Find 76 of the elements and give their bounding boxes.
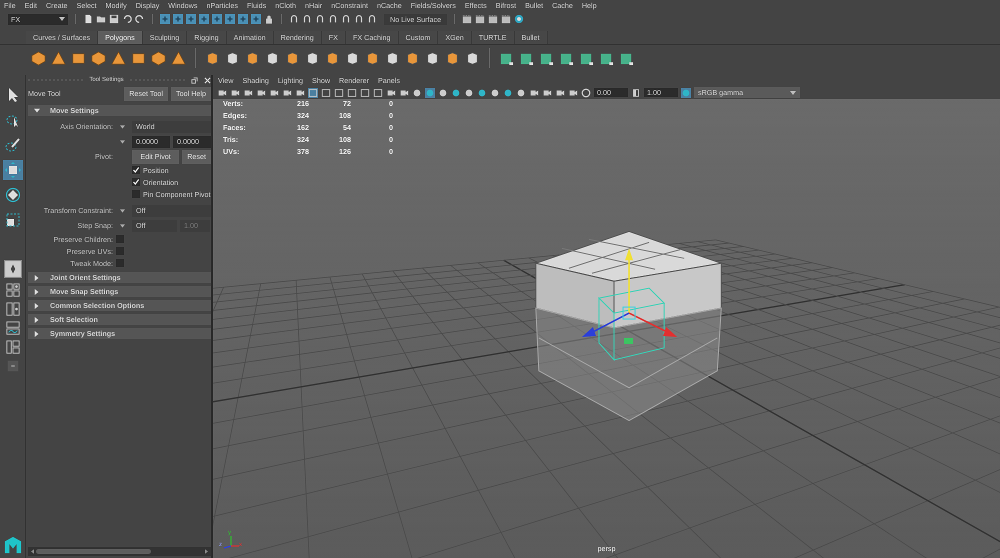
ring-icon[interactable] xyxy=(514,14,524,24)
viewport-toolbar-icon[interactable] xyxy=(425,88,435,98)
viewport-toolbar-icon[interactable] xyxy=(243,88,253,98)
render-clapper-icon[interactable] xyxy=(488,14,498,24)
four-pane-layout-icon[interactable] xyxy=(6,283,20,297)
save-icon[interactable] xyxy=(109,14,119,24)
color-management-icon[interactable] xyxy=(681,88,691,98)
outliner-layout-icon[interactable] xyxy=(6,340,20,354)
graph-layout-icon[interactable] xyxy=(6,321,20,335)
viewport-toolbar-icon[interactable] xyxy=(269,88,279,98)
checkbox[interactable] xyxy=(116,235,124,243)
viewport-toolbar-icon[interactable] xyxy=(217,88,227,98)
single-pane-layout-icon[interactable] xyxy=(4,260,22,278)
viewport-toolbar-icon[interactable] xyxy=(555,88,565,98)
selection-mask-icon[interactable] xyxy=(173,14,183,24)
gamma-icon[interactable] xyxy=(631,88,641,98)
polygon-primitive-icon[interactable] xyxy=(151,50,166,66)
polygon-primitive-icon[interactable] xyxy=(131,50,146,66)
caret-icon[interactable] xyxy=(59,17,65,21)
checkbox[interactable] xyxy=(132,190,140,198)
render-clapper-icon[interactable] xyxy=(462,14,472,24)
selection-mask-icon[interactable] xyxy=(199,14,209,24)
undo-icon[interactable] xyxy=(122,14,132,24)
polygon-primitive-icon[interactable] xyxy=(31,50,46,66)
close-icon[interactable] xyxy=(204,76,212,84)
viewport-toolbar-icon[interactable] xyxy=(282,88,292,98)
viewport-toolbar-icon[interactable] xyxy=(399,88,409,98)
selection-mask-icon[interactable] xyxy=(212,14,222,24)
render-clapper-icon[interactable] xyxy=(475,14,486,24)
selection-mask-icon[interactable] xyxy=(186,14,196,24)
selection-mask-icon[interactable] xyxy=(225,14,235,24)
caret-icon[interactable] xyxy=(120,140,125,144)
caret-icon[interactable] xyxy=(120,124,125,128)
polygon-primitive-icon[interactable] xyxy=(71,50,86,66)
app-logo-icon xyxy=(4,536,22,554)
viewport-toolbar-icon[interactable] xyxy=(568,88,578,98)
folder-icon[interactable] xyxy=(96,14,106,24)
triangle-icon[interactable] xyxy=(34,108,40,114)
viewport-toolbar-icon[interactable] xyxy=(256,88,266,98)
scroll-left-icon[interactable] xyxy=(31,549,34,554)
polygon-primitive-icon[interactable] xyxy=(51,50,66,66)
checkbox[interactable] xyxy=(116,247,124,255)
polygon-primitive-icon[interactable] xyxy=(111,50,126,66)
polygon-primitive-icon[interactable] xyxy=(91,50,106,66)
file-icon[interactable] xyxy=(83,14,93,24)
caret-icon[interactable] xyxy=(790,90,796,94)
viewport-toolbar-icon[interactable] xyxy=(295,88,305,98)
viewport-toolbar-icon[interactable] xyxy=(230,88,240,98)
triangle-icon[interactable] xyxy=(34,302,40,308)
lock-icon[interactable] xyxy=(264,14,274,24)
polygon-primitive-icon[interactable] xyxy=(171,50,186,66)
selection-mask-icon[interactable] xyxy=(251,14,261,24)
render-clapper-icon[interactable] xyxy=(501,14,512,24)
checkbox[interactable] xyxy=(116,259,124,267)
redo-icon[interactable] xyxy=(135,14,145,24)
checkbox[interactable] xyxy=(132,166,140,174)
scroll-right-icon[interactable] xyxy=(205,549,208,554)
selection-mask-icon[interactable] xyxy=(160,14,170,24)
triangle-icon[interactable] xyxy=(34,330,40,336)
viewport-toolbar-icon[interactable] xyxy=(412,88,422,98)
float-panel-icon[interactable] xyxy=(191,76,198,84)
caret-icon[interactable] xyxy=(120,224,125,228)
viewport-toolbar-icon[interactable] xyxy=(529,88,539,98)
viewport-toolbar-icon[interactable] xyxy=(542,88,552,98)
move-tool-icon[interactable] xyxy=(2,160,22,180)
caret-icon[interactable] xyxy=(120,208,125,212)
triangle-icon[interactable] xyxy=(34,274,40,280)
axis-gizmo-icon xyxy=(221,534,241,550)
selection-mask-icon[interactable] xyxy=(238,14,248,24)
triangle-icon[interactable] xyxy=(34,316,40,322)
viewport-toolbar-icon[interactable] xyxy=(386,88,396,98)
checkbox[interactable] xyxy=(132,178,140,186)
exposure-icon[interactable] xyxy=(581,88,591,98)
triangle-icon[interactable] xyxy=(34,288,40,294)
horizontal-scrollbar[interactable] xyxy=(28,547,211,556)
two-pane-layout-icon[interactable] xyxy=(6,302,20,316)
